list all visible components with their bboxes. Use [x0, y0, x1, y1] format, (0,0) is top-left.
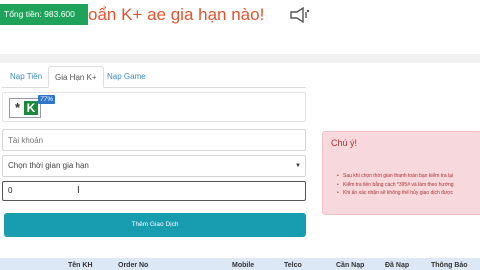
add-transaction-button[interactable]: Thêm Giao Dịch — [4, 213, 306, 237]
transactions-table-header: Tên KH Order No Mobile Telco Cần Nạp Đã … — [0, 258, 480, 270]
amount-input[interactable]: 0 I — [2, 181, 306, 201]
column-header: Tên KH — [68, 262, 93, 269]
column-header: Đã Nạp — [385, 262, 410, 269]
tab-gia-han-k[interactable]: Gia Hạn K+ — [48, 66, 104, 88]
notice-item: Sau khi chọn thời gian thanh toán bạn ki… — [337, 172, 454, 181]
logo-asterisk: * — [15, 100, 21, 115]
notice-item: Khi ấn xác nhận sẽ không thể hủy giao dị… — [337, 189, 454, 198]
megaphone-icon — [290, 6, 310, 24]
tab-nap-game[interactable]: Nạp Game — [101, 66, 152, 88]
duration-selected-value: Chọn thời gian gia hạn — [8, 161, 89, 170]
section-divider — [0, 54, 480, 63]
account-input[interactable] — [2, 129, 306, 151]
column-header: Telco — [284, 262, 302, 269]
balance-badge: Tổng tiền: 983.600 — [0, 4, 88, 25]
notice-panel: Chú ý! Sau khi chọn thời gian thanh toán… — [322, 131, 480, 215]
discount-badge: 77% — [38, 95, 56, 104]
text-cursor-icon: I — [77, 185, 80, 196]
notice-list: Sau khi chọn thời gian thanh toán bạn ki… — [337, 172, 454, 198]
duration-select[interactable]: Chọn thời gian gia hạn ▼ — [2, 155, 306, 177]
column-header: Mobile — [232, 262, 255, 269]
service-logo-box[interactable]: * K 77% — [2, 92, 306, 122]
column-header: Order No — [118, 262, 149, 269]
tab-bar: Nạp Tiền Gia Hạn K+ Nạp Game — [2, 66, 306, 88]
kplus-logo: * K — [9, 98, 41, 118]
amount-value: 0 — [8, 186, 13, 195]
top-strip: Tổng tiền: 983.600 oẩn K+ ae gia hạn nào… — [0, 0, 480, 60]
announcement-marquee: oẩn K+ ae gia hạn nào! — [88, 5, 265, 24]
column-header: Cần Nạp — [336, 262, 365, 269]
column-header: Thông Báo — [431, 262, 468, 269]
notice-title: Chú ý! — [331, 138, 358, 148]
notice-item: Kiểm tra tiền bằng cách *395# và làm the… — [337, 181, 454, 190]
logo-letter: K — [24, 101, 38, 115]
tab-nap-tien[interactable]: Nạp Tiền — [4, 66, 48, 88]
caret-down-icon: ▼ — [295, 163, 301, 169]
